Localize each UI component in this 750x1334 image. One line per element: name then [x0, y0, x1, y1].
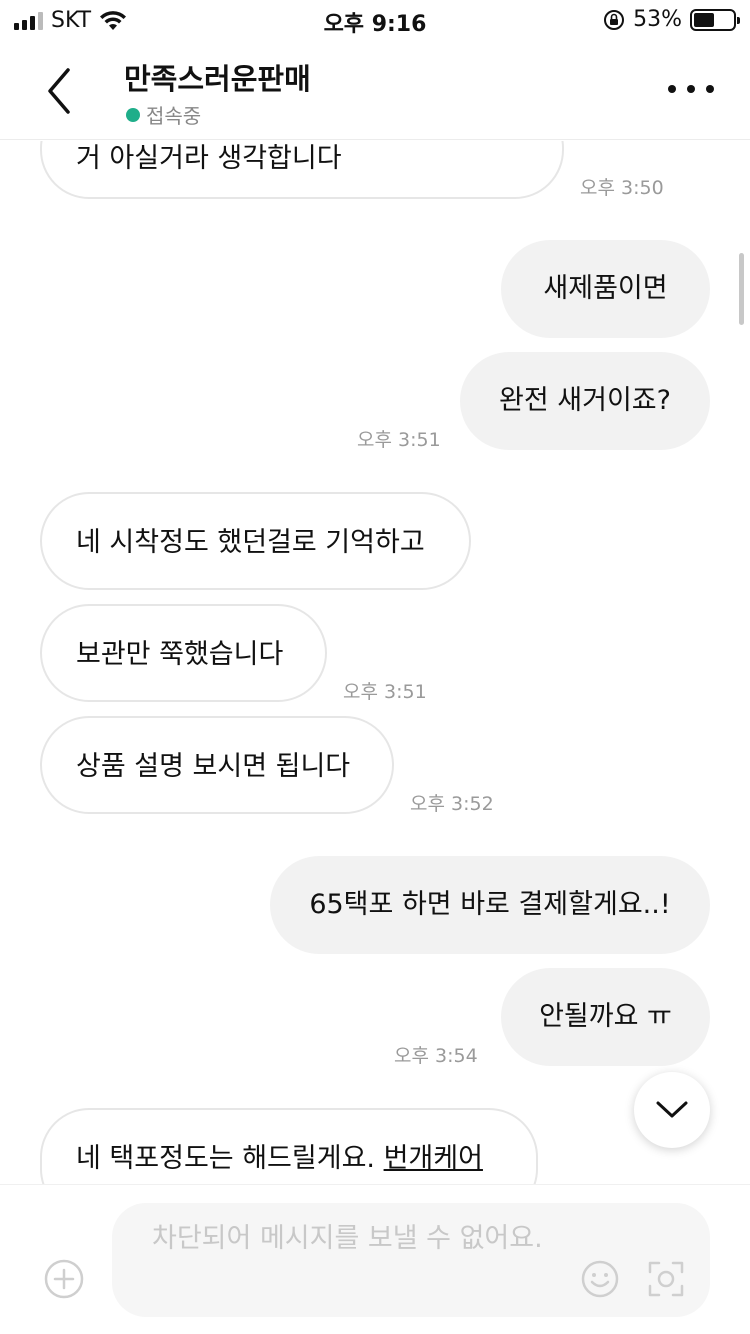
message-text: 네 시착정도 했던걸로 기억하고	[76, 527, 425, 558]
message-timestamp: 오후 3:50	[580, 177, 664, 199]
chat-partner-name: 만족스러운판매	[124, 62, 311, 96]
message-text: 거 아실거라 생각합니다	[76, 143, 342, 174]
scan-icon	[648, 1261, 684, 1297]
chevron-left-icon	[48, 68, 70, 114]
message-timestamp: 오후 3:54	[394, 1045, 478, 1067]
message-input-bar	[0, 1184, 750, 1334]
message-text: 새제품이면	[543, 273, 668, 304]
back-button[interactable]	[38, 66, 82, 116]
message-input-container	[112, 1203, 710, 1317]
received-message: 상품 설명 보시면 됩니다	[40, 716, 394, 814]
message-timestamp: 오후 3:51	[343, 681, 427, 703]
scrollbar[interactable]	[739, 253, 744, 325]
message-list[interactable]: 거 아실거라 생각합니다 오후 3:50 새제품이면 완전 새거이죠? 오후 3…	[0, 141, 750, 1184]
presence-status: 접속중	[126, 100, 201, 129]
bungae-care-link[interactable]: 번개케어	[384, 1143, 483, 1174]
scan-button[interactable]	[646, 1259, 686, 1299]
battery-percent: 53%	[633, 7, 682, 32]
message-text: 네 택포정도는 해드릴게요.	[76, 1143, 384, 1174]
orientation-lock-icon	[604, 9, 625, 30]
message-text: 보관만 쭉했습니다	[76, 639, 284, 670]
message-text: 65택포 하면 바로 결제할게요..!	[309, 889, 671, 920]
received-message: 네 택포정도는 해드릴게요. 번개케어	[40, 1108, 538, 1184]
received-message: 거 아실거라 생각합니다	[40, 141, 564, 199]
sent-message: 65택포 하면 바로 결제할게요..!	[270, 856, 710, 954]
message-timestamp: 오후 3:52	[410, 793, 494, 815]
message-text: 완전 새거이죠?	[499, 385, 671, 416]
chevron-down-icon	[656, 1101, 688, 1118]
message-text: 안될까요 ㅠ	[539, 1001, 672, 1032]
plus-circle-icon	[44, 1259, 84, 1299]
sent-message: 새제품이면	[501, 240, 710, 338]
scroll-to-bottom-button[interactable]	[634, 1072, 710, 1148]
smile-icon	[581, 1260, 619, 1298]
received-message: 보관만 쭉했습니다	[40, 604, 327, 702]
message-timestamp: 오후 3:51	[357, 429, 441, 451]
message-text: 상품 설명 보시면 됩니다	[76, 751, 351, 782]
status-right: 53%	[603, 7, 740, 32]
received-message: 네 시착정도 했던걸로 기억하고	[40, 492, 471, 590]
attach-button[interactable]	[44, 1259, 84, 1299]
more-options-button[interactable]	[668, 74, 714, 104]
online-dot-icon	[126, 107, 140, 122]
presence-label: 접속중	[146, 104, 202, 128]
message-input[interactable]	[152, 1221, 552, 1301]
sent-message: 완전 새거이죠?	[460, 352, 710, 450]
sent-message: 안될까요 ㅠ	[501, 968, 710, 1066]
battery-icon	[690, 8, 740, 31]
status-bar: SKT 오후 9:16 53%	[0, 0, 750, 40]
chat-header: 만족스러운판매 접속중	[0, 40, 750, 140]
emoji-button[interactable]	[580, 1259, 620, 1299]
more-horizontal-icon	[668, 85, 676, 93]
